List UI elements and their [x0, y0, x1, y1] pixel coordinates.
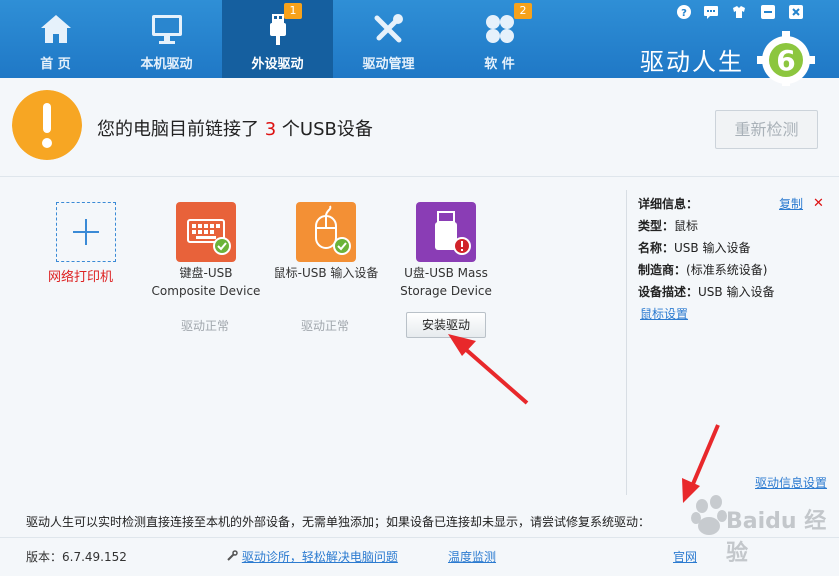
detail-maker-value: (标准系统设备): [686, 263, 768, 277]
tab-software[interactable]: 2 软 件: [444, 0, 555, 78]
top-bar: 首 页 本机驱动 1 外设驱动 驱动管理 2 软 件 驱动人生 6 ?: [0, 0, 839, 86]
detail-title-text: 详细信息：: [638, 197, 699, 211]
mouse-device-tile[interactable]: [296, 202, 356, 262]
keyboard-driver-status: 驱动正常: [181, 319, 230, 333]
home-icon: [40, 15, 71, 43]
mouse-icon: [315, 205, 351, 255]
error-icon: [461, 241, 463, 247]
keyboard-device-name: 键盘-USB Composite Device: [146, 264, 266, 300]
detail-description: 设备描述：USB 输入设备: [638, 283, 774, 300]
detail-type-value: 鼠标: [674, 219, 699, 233]
close-icon[interactable]: [788, 4, 804, 20]
apps-icon: [485, 15, 514, 43]
keyboard-name-line1: 键盘-USB: [179, 266, 233, 280]
keyboard-icon: [187, 219, 231, 255]
svg-text:?: ?: [681, 8, 687, 19]
mouse-name-line1: 鼠标-USB 输入设备: [273, 266, 379, 280]
detail-type: 类型：鼠标: [638, 217, 698, 234]
network-printer-label: 网络打印机: [48, 270, 114, 285]
add-network-printer-button[interactable]: [56, 202, 116, 262]
install-driver-button[interactable]: 安装驱动: [406, 312, 486, 338]
tab-home[interactable]: 首 页: [0, 0, 111, 78]
divider: [0, 176, 839, 177]
tab-peripheral-badge: 1: [284, 3, 302, 19]
message-icon[interactable]: [703, 4, 719, 20]
tab-peripheral-drivers[interactable]: 1 外设驱动: [222, 0, 333, 78]
usb-count-message: 您的电脑目前链接了 3 个USB设备: [97, 115, 373, 141]
version-label: 版本：6.7.49.152: [26, 550, 127, 564]
close-detail-icon[interactable]: ✕: [813, 196, 824, 211]
mouse-settings-link[interactable]: 鼠标设置: [640, 305, 688, 322]
panel-divider: [626, 190, 627, 495]
skin-icon[interactable]: [731, 4, 747, 20]
minimize-icon[interactable]: [760, 4, 776, 20]
detail-type-label: 类型：: [638, 219, 675, 233]
detail-desc-value: USB 输入设备: [698, 285, 775, 299]
usb-drive-name-line1: U盘-USB Mass: [404, 266, 488, 280]
usb-count-number: 3: [264, 119, 277, 140]
usb-count-suffix: 个USB设备: [281, 119, 373, 140]
detail-name: 名称：USB 输入设备: [638, 239, 750, 256]
usb-drive-device-tile[interactable]: [416, 202, 476, 262]
mouse-device-name: 鼠标-USB 输入设备: [266, 264, 386, 282]
usb-drive-icon: [435, 211, 471, 255]
tab-local-drivers[interactable]: 本机驱动: [111, 0, 222, 78]
detail-title: 详细信息：: [638, 195, 698, 212]
monitor-icon: [151, 15, 182, 44]
tab-home-label: 首 页: [40, 57, 71, 72]
watermark-text: Baidu 经验: [726, 509, 827, 566]
mouse-driver-status: 驱动正常: [301, 319, 350, 333]
usb-count-prefix: 您的电脑目前链接了: [97, 119, 259, 140]
temperature-monitor-link[interactable]: 温度监测: [448, 548, 496, 565]
tab-peripheral-drivers-label: 外设驱动: [251, 57, 304, 72]
keyboard-device-tile[interactable]: [176, 202, 236, 262]
official-site-link[interactable]: 官网: [673, 548, 697, 565]
help-icon[interactable]: ?: [676, 4, 692, 20]
usb-drive-name-line2: Storage Device: [400, 284, 492, 298]
driver-clinic-text: 驱动诊所，轻松解决电脑问题: [241, 550, 398, 564]
warning-icon: [12, 90, 82, 160]
usb-drive-device-name: U盘-USB Mass Storage Device: [386, 264, 506, 300]
detail-desc-label: 设备描述：: [638, 285, 699, 299]
tab-software-label: 软 件: [484, 57, 515, 72]
brand-name: 驱动人生: [640, 48, 744, 76]
tab-local-drivers-label: 本机驱动: [140, 57, 193, 72]
detail-maker: 制造商：(标准系统设备): [638, 261, 767, 278]
tab-driver-manage[interactable]: 驱动管理: [333, 0, 444, 78]
detail-name-value: USB 输入设备: [674, 241, 751, 255]
detail-maker-label: 制造商：: [638, 263, 687, 277]
footer-message: 驱动人生可以实时检测直接连接至本机的外部设备，无需单独添加；如果设备已连接却未显…: [26, 515, 651, 529]
brand-logo-text: 6: [776, 44, 795, 77]
brand-logo: 6: [757, 31, 815, 86]
tab-driver-manage-label: 驱动管理: [362, 57, 415, 72]
keyboard-name-line2: Composite Device: [151, 284, 261, 298]
tools-icon: [374, 14, 403, 43]
wrench-icon: [227, 550, 238, 561]
driver-clinic-link[interactable]: 驱动诊所，轻松解决电脑问题: [226, 548, 398, 565]
tab-software-badge: 2: [514, 3, 532, 19]
plus-icon: [73, 219, 99, 245]
rescan-button[interactable]: 重新检测: [715, 110, 818, 149]
copy-link[interactable]: 复制: [779, 195, 803, 212]
detail-name-label: 名称：: [638, 241, 675, 255]
